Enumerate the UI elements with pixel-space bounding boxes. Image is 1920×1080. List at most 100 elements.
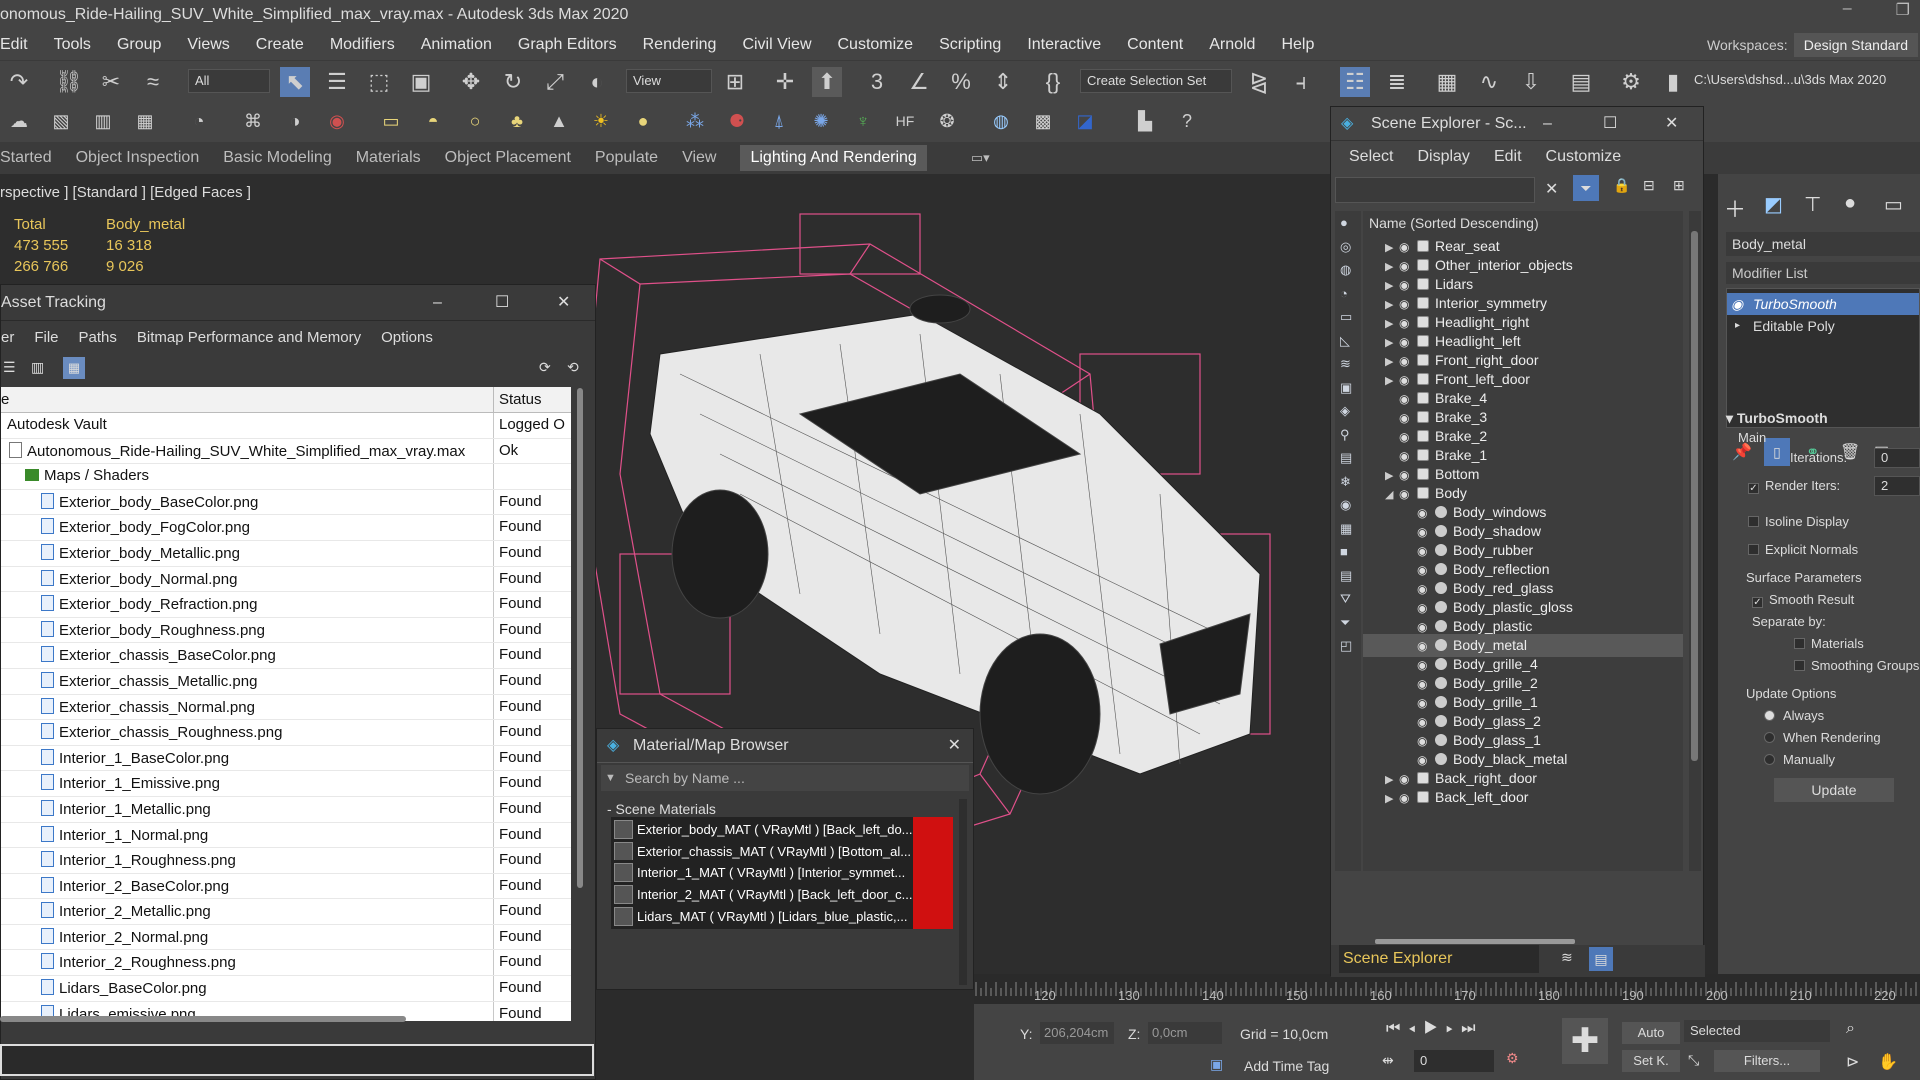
edit-named-sets-icon[interactable]: {} — [1038, 67, 1068, 97]
cloud-icon[interactable]: ☁ — [4, 106, 34, 136]
table-row[interactable]: Exterior_body_Normal.png Found — [1, 566, 571, 593]
menu-interactive[interactable]: Interactive — [1027, 36, 1101, 54]
radio[interactable] — [1764, 754, 1775, 765]
scene-explorer-name-dropdown[interactable]: Scene Explorer — [1339, 945, 1539, 973]
table-row[interactable]: Interior_2_Metallic.png Found — [1, 899, 571, 925]
lights-filter-icon[interactable]: ◔ — [1340, 286, 1348, 301]
table-row[interactable]: Interior_1_BaseColor.png Found — [1, 745, 571, 772]
menu-animation[interactable]: Animation — [421, 36, 492, 54]
table-row[interactable]: Exterior_chassis_Roughness.png Found — [1, 720, 571, 746]
table-row[interactable]: Exterior_body_Roughness.png Found — [1, 617, 571, 644]
scene-list-scrollbar[interactable] — [1689, 211, 1701, 871]
spinner-snap-icon[interactable]: ⇕ — [988, 67, 1018, 97]
time-tag-icon[interactable]: ▣ — [1210, 1056, 1223, 1073]
align-icon[interactable]: ⫞ — [1286, 67, 1316, 97]
material-override-icon[interactable]: ◪ — [1070, 106, 1100, 136]
filter-icon[interactable]: ⏷ — [1573, 175, 1599, 201]
help-icon[interactable]: ? — [1172, 106, 1202, 136]
pivot-icon[interactable]: ⊞ — [720, 67, 750, 97]
grid-icon[interactable]: ▦ — [130, 106, 160, 136]
table-row[interactable]: Exterior_chassis_Normal.png Found — [1, 694, 571, 721]
workspaces-dropdown[interactable]: Design Standard — [1793, 33, 1918, 57]
orbit-icon[interactable]: ⊳ — [1846, 1052, 1859, 1072]
fur-icon[interactable]: ⁂ — [680, 106, 710, 136]
table-row[interactable]: Interior_2_Normal.png Found — [1, 924, 571, 951]
hidden-filter-icon[interactable]: ◉ — [1340, 497, 1351, 513]
scene-menu-customize[interactable]: Customize — [1546, 148, 1622, 166]
document-icon[interactable]: ▥ — [88, 106, 118, 136]
manually-radio[interactable]: Manually — [1764, 752, 1920, 767]
minimize-icon[interactable]: – — [1843, 0, 1852, 20]
explicit-normals-checkbox[interactable]: Explicit Normals — [1748, 542, 1920, 557]
layer-explorer-icon[interactable]: ≣ — [1382, 67, 1412, 97]
scrollbar-thumb[interactable] — [1691, 231, 1698, 761]
material-item[interactable]: Lidars_MAT ( VRayMtl ) [Lidars_blue_plas… — [611, 903, 953, 929]
link-icon[interactable]: ⛓ — [54, 67, 84, 97]
render-icon[interactable]: ▮ — [1658, 67, 1688, 97]
set-key-button[interactable]: Set K. — [1622, 1050, 1680, 1072]
move-icon[interactable]: ✥ — [456, 67, 486, 97]
table-row[interactable]: Interior_1_Metallic.png Found — [1, 796, 571, 823]
checkbox[interactable] — [1794, 660, 1805, 671]
expand-arrow-icon[interactable]: ▶ — [1385, 788, 1399, 811]
rollout-title[interactable]: ▾ TurboSmooth — [1726, 410, 1920, 427]
ribbon-tab-view[interactable]: View — [682, 149, 716, 167]
window-crossing-icon[interactable]: ▣ — [406, 67, 436, 97]
spacewarps-filter-icon[interactable]: ≋ — [1340, 356, 1351, 372]
menu-help[interactable]: Help — [1281, 36, 1314, 54]
menu-edit[interactable]: Edit — [0, 36, 28, 54]
select-manipulate-icon[interactable]: ✛ — [770, 67, 800, 97]
shapes-filter-icon[interactable]: ◍ — [1340, 262, 1351, 278]
groups-filter-icon[interactable]: ▣ — [1340, 380, 1352, 396]
decal-icon[interactable]: ♆ — [848, 106, 878, 136]
geometry-filter-icon[interactable]: ◎ — [1340, 239, 1351, 255]
update-button[interactable]: Update — [1774, 778, 1894, 802]
asset-menu-options[interactable]: Options — [381, 329, 433, 346]
material-browser-scrollbar[interactable] — [959, 799, 967, 985]
menu-customize[interactable]: Customize — [838, 36, 914, 54]
none-filter-icon[interactable]: ■ — [1340, 544, 1348, 559]
display-none-icon[interactable]: ● — [1340, 215, 1348, 230]
cameras-filter-icon[interactable]: ▭ — [1340, 309, 1352, 325]
close-icon[interactable]: ✕ — [557, 285, 570, 321]
spot-light-icon[interactable]: ▲ — [544, 106, 574, 136]
named-selection-set-dropdown[interactable]: Create Selection Set — [1080, 69, 1232, 93]
bind-spacewarp-icon[interactable]: ≈ — [138, 67, 168, 97]
table-view-icon[interactable]: ▦ — [63, 357, 85, 379]
chevron-down-icon[interactable]: ▼ — [605, 765, 616, 791]
asset-table-scrollbar[interactable] — [574, 378, 586, 1012]
vfb-icon[interactable]: ◍ — [986, 106, 1016, 136]
current-frame-field[interactable]: 0 — [1414, 1050, 1494, 1072]
ribbon-tab-object-placement[interactable]: Object Placement — [445, 149, 571, 167]
scene-list-hscroll[interactable] — [1375, 939, 1575, 944]
rect-selection-icon[interactable]: ⬚ — [364, 67, 394, 97]
thumbnail-view-icon[interactable]: ▥ — [31, 359, 44, 376]
set-key-icon[interactable]: ✚ — [1562, 1018, 1608, 1064]
display-tab-icon[interactable]: ▭ — [1884, 192, 1903, 217]
ribbon-tab-materials[interactable]: Materials — [356, 149, 421, 167]
sphere-light-icon[interactable]: ○ — [460, 106, 490, 136]
table-row[interactable]: Interior_1_Roughness.png Found — [1, 848, 571, 874]
xrefs-filter-icon[interactable]: ◈ — [1340, 403, 1350, 419]
key-filter-icon[interactable]: ⤡ — [1688, 1052, 1699, 1069]
redo-icon[interactable]: ↷ — [4, 67, 34, 97]
angle-snap-icon[interactable]: ∠ — [904, 67, 934, 97]
checkbox[interactable] — [1794, 638, 1805, 649]
checkbox[interactable]: ✓ — [1748, 483, 1759, 494]
table-row[interactable]: Exterior_body_Metallic.png Found — [1, 540, 571, 567]
asset-menu-er[interactable]: er — [1, 329, 14, 346]
hierarchy-icon[interactable]: ⊟ — [1643, 177, 1655, 194]
plane-icon[interactable]: ▭ — [376, 106, 406, 136]
playback-controls[interactable]: ⏮◂▶▸⏭ — [1386, 1020, 1484, 1038]
material-editor-icon[interactable]: ▤ — [1566, 67, 1596, 97]
maximize-icon[interactable]: ☐ — [495, 285, 509, 321]
sun-icon[interactable]: ☀ — [586, 106, 616, 136]
list-view-icon[interactable]: ☰ — [3, 359, 16, 376]
resolve-icon[interactable]: ⟲ — [567, 359, 579, 376]
expand-all-icon[interactable]: ⊞ — [1673, 177, 1685, 194]
scene-materials-group[interactable]: - Scene Materials — [597, 793, 973, 817]
scrollbar-thumb[interactable] — [577, 388, 583, 888]
modify-tab-icon[interactable]: ◩ — [1764, 192, 1783, 217]
smoothing-groups-checkbox[interactable]: Smoothing Groups — [1794, 658, 1920, 673]
name-column-header[interactable]: Name (Sorted Descending) — [1363, 211, 1683, 235]
